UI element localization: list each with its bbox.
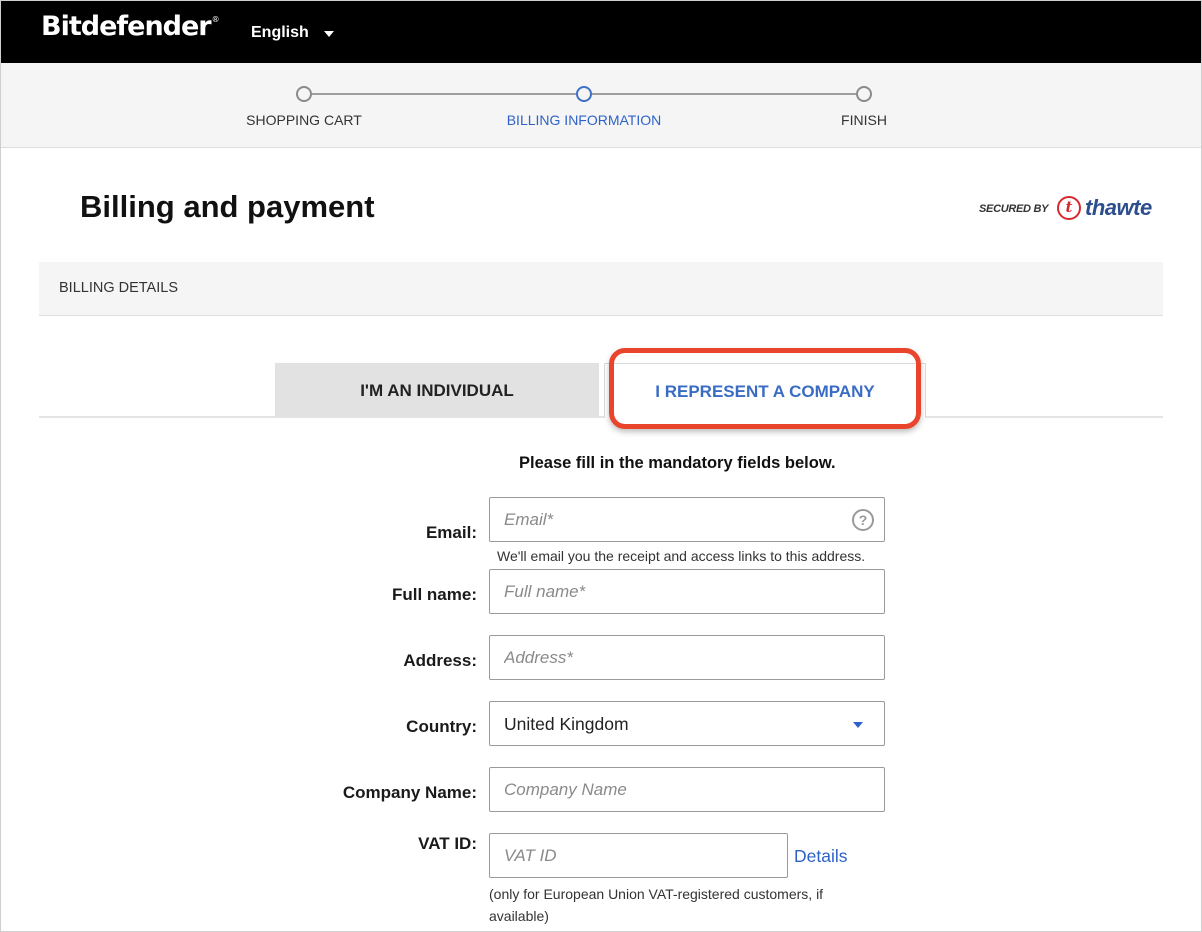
thawte-wordmark: thawte (1085, 195, 1152, 220)
step-dot-billing-information (576, 86, 592, 102)
step-label-finish: FINISH (841, 112, 887, 128)
email-label: Email: (425, 523, 477, 542)
thawte-logo-icon: t (1057, 196, 1081, 220)
email-input[interactable] (490, 498, 884, 541)
full-name-input[interactable] (490, 570, 884, 613)
checkout-stepper: SHOPPING CART BILLING INFORMATION FINISH (1, 63, 1201, 148)
page-title: Billing and payment (80, 189, 375, 224)
vat-id-input[interactable] (490, 834, 787, 877)
step-label-shopping-cart: SHOPPING CART (246, 112, 362, 128)
address-input[interactable] (490, 636, 884, 679)
form-instruction: Please fill in the mandatory fields belo… (519, 454, 836, 472)
language-selector[interactable]: English (251, 24, 309, 42)
step-dot-finish (856, 86, 872, 102)
email-field[interactable]: ? (489, 497, 885, 542)
vat-id-label: VAT ID: (418, 834, 477, 853)
company-name-label: Company Name: (342, 783, 477, 802)
vat-id-field[interactable] (489, 833, 788, 878)
country-label: Country: (406, 717, 477, 736)
tab-underline (39, 416, 1163, 418)
caret-down-icon[interactable] (853, 722, 863, 728)
thawte-secured-seal: SECURED BY t thawte (979, 193, 1165, 223)
email-hint: We'll email you the receipt and access l… (497, 548, 866, 564)
tab-individual[interactable]: I'M AN INDIVIDUAL (275, 363, 599, 417)
step-label-billing-information: BILLING INFORMATION (506, 112, 662, 128)
billing-details-header: BILLING DETAILS (39, 262, 1163, 316)
step-connector (592, 93, 856, 95)
company-name-input[interactable] (490, 768, 884, 811)
caret-down-icon[interactable] (324, 31, 334, 37)
question-circle-icon[interactable]: ? (852, 509, 874, 531)
section-title: BILLING DETAILS (59, 280, 178, 296)
vat-details-link[interactable]: Details (794, 846, 848, 867)
tab-company[interactable]: I REPRESENT A COMPANY (604, 363, 926, 418)
address-field[interactable] (489, 635, 885, 680)
bitdefender-logo[interactable]: Bitdefender® (41, 11, 220, 42)
top-bar: Bitdefender® English (1, 1, 1201, 63)
address-label: Address: (403, 651, 477, 670)
vat-note: (only for European Union VAT-registered … (489, 886, 824, 924)
secured-by-text: SECURED BY (979, 203, 1049, 215)
full-name-label: Full name: (391, 585, 477, 604)
full-name-field[interactable] (489, 569, 885, 614)
step-connector (312, 93, 576, 95)
step-dot-shopping-cart (296, 86, 312, 102)
country-select[interactable]: United Kingdom (489, 701, 885, 746)
country-selected-value: United Kingdom (504, 714, 629, 734)
company-name-field[interactable] (489, 767, 885, 812)
